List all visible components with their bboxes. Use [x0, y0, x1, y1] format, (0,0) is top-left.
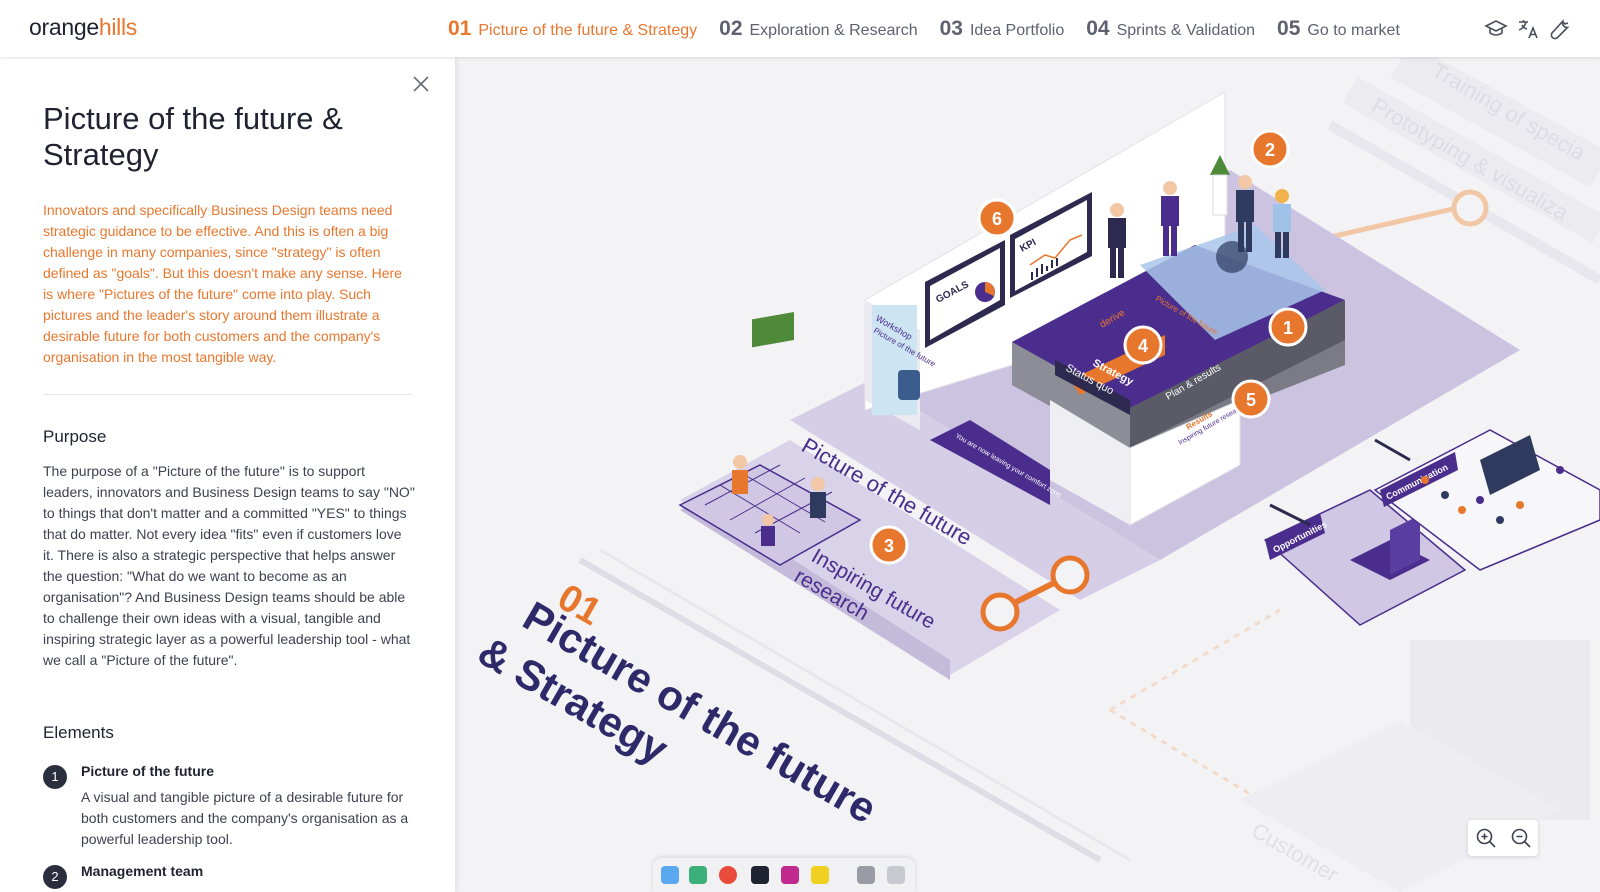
wrench-icon[interactable]	[1548, 17, 1572, 41]
os-dock	[653, 858, 915, 892]
nav-phase-02[interactable]: 02 Exploration & Research	[719, 17, 917, 41]
nav-phase-label: Sprints & Validation	[1116, 21, 1256, 39]
isometric-map[interactable]: Training of specia Prototyping & visuali…	[455, 57, 1600, 892]
marker-number: 4	[1138, 336, 1148, 356]
nav-phase-number: 04	[1086, 16, 1110, 40]
marker-5[interactable]: 5	[1231, 379, 1271, 419]
purpose-heading: Purpose	[43, 427, 107, 446]
element-number-badge: 1	[43, 765, 67, 789]
terminal-icon[interactable]	[751, 866, 769, 884]
nav-phase-05[interactable]: 05 Go to market	[1277, 17, 1400, 41]
info-panel: Picture of the future & Strategy Innovat…	[0, 57, 455, 892]
zoom-controls	[1468, 820, 1538, 856]
panel-divider	[43, 394, 412, 395]
nav-phase-label: Exploration & Research	[749, 21, 918, 39]
phase-navigation: 01 Picture of the future & Strategy 02 Exp…	[448, 0, 1422, 57]
nav-phase-number: 03	[939, 16, 963, 40]
nav-phase-label: Picture of the future & Strategy	[478, 21, 698, 39]
nav-phase-04[interactable]: 04 Sprints & Validation	[1086, 17, 1255, 41]
nav-phase-03[interactable]: 03 Idea Portfolio	[940, 17, 1065, 41]
graduation-cap-icon[interactable]	[1484, 17, 1508, 41]
top-navigation-bar: orangehills 01 Picture of the future & St…	[0, 0, 1600, 57]
app-icon[interactable]	[811, 866, 829, 884]
logo-part-orange: orange	[29, 14, 99, 40]
nav-phase-number: 02	[719, 16, 743, 40]
slack-icon[interactable]	[689, 866, 707, 884]
photoshop-icon[interactable]	[781, 866, 799, 884]
panel-intro-text: Innovators and specifically Business Des…	[43, 202, 402, 365]
zoom-out-icon[interactable]	[1510, 827, 1532, 849]
element-title: Management team	[81, 863, 204, 879]
close-icon[interactable]	[410, 73, 432, 95]
nav-phase-number: 05	[1277, 16, 1301, 40]
panel-title: Picture of the future & Strategy	[43, 101, 343, 172]
nav-phase-label: Idea Portfolio	[969, 21, 1065, 39]
marker-1[interactable]: 1	[1268, 307, 1308, 347]
zoom-in-icon[interactable]	[1475, 827, 1497, 849]
marker-number: 1	[1283, 318, 1293, 338]
marker-number: 6	[992, 209, 1002, 229]
marker-2[interactable]: 2	[1250, 129, 1290, 169]
trash-icon[interactable]	[887, 866, 905, 884]
element-number-badge: 2	[43, 865, 67, 889]
element-description: A visual and tangible picture of a desir…	[81, 789, 409, 847]
purpose-text: The purpose of a "Picture of the future"…	[43, 463, 415, 668]
element-title: Picture of the future	[81, 763, 215, 779]
preview-icon[interactable]	[857, 866, 875, 884]
marker-number: 5	[1246, 390, 1256, 410]
finder-icon[interactable]	[661, 866, 679, 884]
nav-phase-label: Go to market	[1307, 21, 1400, 39]
chrome-icon[interactable]	[719, 866, 737, 884]
orange-hills-logo[interactable]: orangehills	[29, 14, 137, 41]
nav-phase-01[interactable]: 01 Picture of the future & Strategy	[448, 17, 697, 41]
marker-number: 2	[1265, 140, 1275, 160]
marker-6[interactable]: 6	[977, 198, 1017, 238]
marker-3[interactable]: 3	[869, 525, 909, 565]
logo-part-hills: hills	[98, 14, 137, 40]
marker-4[interactable]: 4	[1123, 325, 1163, 365]
translate-icon[interactable]	[1516, 17, 1540, 41]
elements-heading: Elements	[43, 723, 114, 742]
marker-number: 3	[884, 536, 894, 556]
nav-phase-number: 01	[448, 16, 472, 40]
toolbar-icons	[1476, 17, 1572, 41]
